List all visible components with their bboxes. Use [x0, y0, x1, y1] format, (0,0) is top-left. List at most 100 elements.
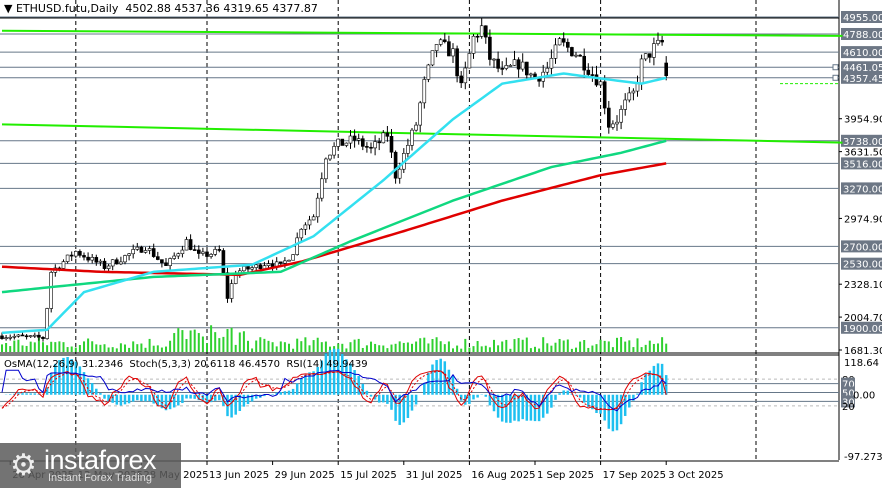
- candle: [209, 254, 213, 257]
- trendline: [1, 123, 843, 144]
- candle: [397, 168, 402, 179]
- candle: [168, 258, 172, 266]
- candle: [250, 267, 254, 270]
- level-label: 2700.00: [843, 242, 882, 253]
- candle: [41, 336, 45, 339]
- candle: [488, 36, 492, 60]
- candle: [328, 154, 332, 160]
- candle: [188, 239, 193, 250]
- collapse-triangle-icon[interactable]: ▼: [4, 2, 12, 15]
- date-label: 17 Sep 2025: [603, 470, 666, 481]
- candle: [602, 81, 607, 109]
- candle: [225, 272, 230, 299]
- candle: [508, 65, 513, 67]
- candle: [492, 58, 496, 61]
- date-label: 13 Jun 2025: [209, 470, 269, 481]
- candle: [504, 65, 509, 69]
- candle: [135, 246, 140, 250]
- candle: [520, 61, 525, 70]
- candle: [278, 261, 283, 264]
- date-label: 31 Jul 2025: [406, 470, 463, 481]
- candle: [496, 58, 500, 69]
- date-label: 15 Jul 2025: [340, 470, 397, 481]
- candle: [410, 129, 414, 146]
- ma-fast-line: [1, 72, 667, 335]
- level-label: 4610.00: [843, 48, 882, 59]
- candle: [578, 54, 582, 57]
- candle: [549, 58, 554, 69]
- indicator-max-label: 118.64: [844, 358, 879, 369]
- candle: [418, 102, 423, 126]
- candle: [631, 90, 636, 94]
- candle: [270, 263, 275, 267]
- candle: [283, 260, 287, 264]
- candle: [315, 197, 320, 218]
- candle: [8, 336, 12, 339]
- stoch-label: Stoch(5,3,3) 20.6118 46.4570: [129, 359, 280, 370]
- candle: [336, 138, 341, 147]
- candle: [24, 335, 29, 338]
- candle: [516, 59, 521, 70]
- price-tick-label: 3954.90: [844, 115, 882, 126]
- candle: [414, 124, 418, 131]
- candle: [119, 261, 123, 265]
- ohlc-high: 4537.36: [174, 2, 220, 15]
- instaforex-logo: ⚙ instaforex Instant Forex Trading: [0, 443, 181, 488]
- candle: [406, 145, 410, 154]
- candle: [201, 251, 205, 254]
- candle: [69, 254, 74, 257]
- ohlc-close: 4377.87: [272, 2, 318, 15]
- chart-window[interactable]: 4955.00 4788.00 4610.00 4461.05 4357.45 3738.…: [0, 0, 882, 488]
- candle: [455, 48, 459, 77]
- chart-header: ▼ ETHUSD.futu,Daily 4502.88 4537.36 4319…: [4, 2, 318, 15]
- candle: [664, 62, 669, 77]
- candle: [340, 138, 345, 146]
- candle: [12, 335, 17, 338]
- indicator-zero-label: 0.00: [853, 391, 875, 402]
- candle: [110, 259, 115, 267]
- candle: [570, 47, 574, 57]
- indicator-level-label: 20: [842, 402, 855, 413]
- candle: [438, 39, 443, 45]
- candle: [299, 228, 304, 239]
- logo-tagline: Instant Forex Trading: [48, 472, 152, 484]
- level-label: 3270.00: [843, 184, 882, 195]
- candle: [65, 254, 70, 262]
- trendline: [1, 29, 843, 37]
- candle: [442, 39, 447, 42]
- candle: [500, 68, 505, 70]
- candle: [242, 266, 246, 272]
- candle: [582, 55, 587, 71]
- level-handle-icon: [832, 64, 839, 71]
- candle: [344, 142, 349, 146]
- candle: [639, 58, 644, 84]
- candle: [4, 337, 8, 340]
- candle: [295, 237, 300, 255]
- candle: [49, 272, 54, 309]
- level-label: 4955.00: [843, 13, 882, 24]
- candle: [512, 59, 517, 66]
- candle: [115, 259, 119, 265]
- candle: [160, 259, 164, 264]
- candle: [94, 257, 99, 263]
- chart-canvas[interactable]: 4955.004788.004610.004461.054357.453738.…: [0, 0, 882, 488]
- candle: [266, 263, 271, 266]
- candle: [90, 257, 94, 261]
- candle: [426, 64, 431, 80]
- candle: [619, 109, 623, 123]
- candle: [16, 334, 21, 337]
- candle: [291, 254, 295, 261]
- candle: [594, 74, 599, 86]
- candle: [156, 256, 160, 260]
- candle: [475, 35, 480, 38]
- candle: [303, 224, 308, 230]
- candle: [565, 41, 570, 48]
- candle: [86, 256, 90, 261]
- osma-label: OsMA(12,26,9) 31.2346: [4, 359, 124, 370]
- candle: [184, 239, 189, 251]
- candle: [381, 132, 386, 144]
- candle: [192, 249, 197, 251]
- price-tick-label: 2974.90: [844, 214, 882, 225]
- candle: [545, 67, 550, 73]
- level-label: 2530.00: [843, 260, 882, 271]
